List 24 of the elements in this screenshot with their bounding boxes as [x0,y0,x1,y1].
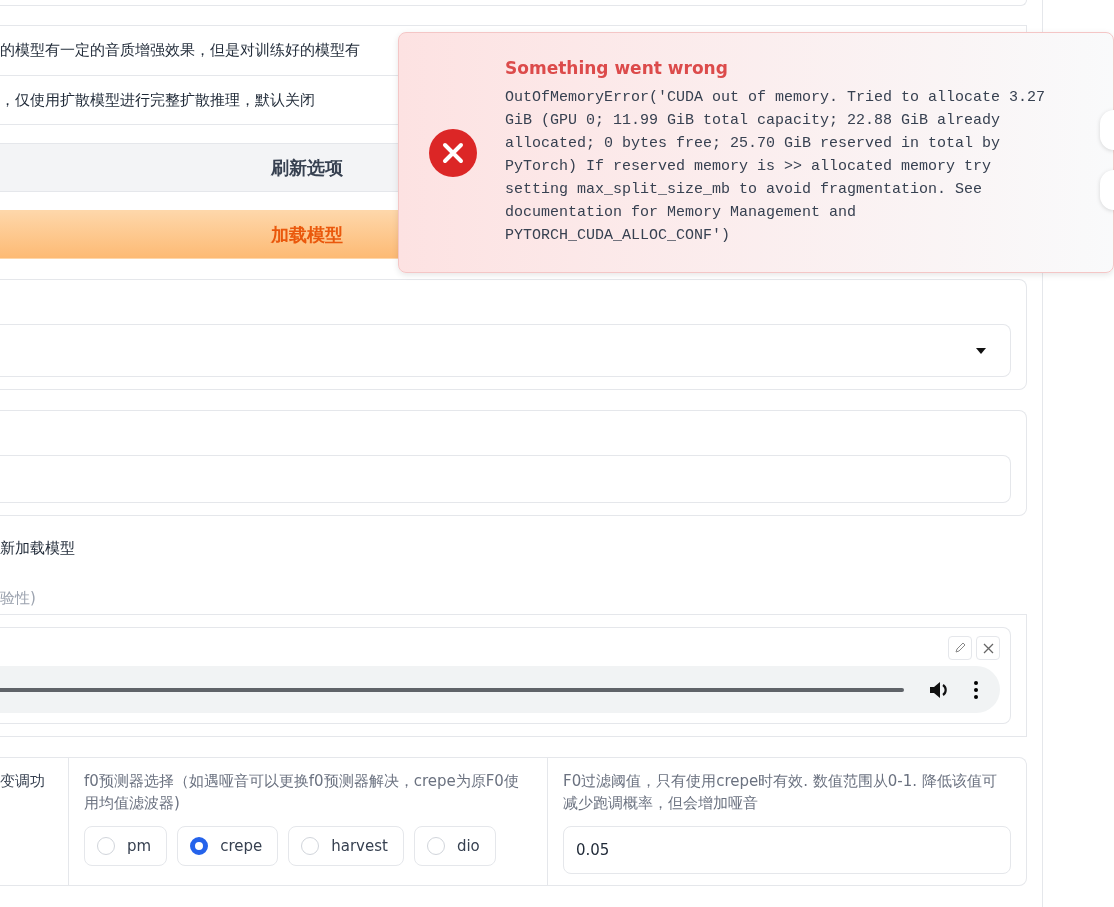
number-field[interactable]: 0.05 [563,826,1011,874]
close-button[interactable] [976,636,1000,660]
caret-icon [976,347,986,354]
error-icon [429,128,477,177]
progress-track[interactable] [0,687,904,692]
parameter-label: F0过滤阈值，只有使用crepe时有效. 数值范围从0-1. 降低该值可减少跑调概率，但会增加哑音 [563,771,998,814]
pencil-icon [954,642,966,654]
option-text: 的模型有一定的音质增强效果，但是对训练好的模型有 [0,41,360,60]
parameter-label: f0预测器选择（如遇哑音可以更换f0预测器解决，crepe为原F0使用均值滤波器) [84,771,520,814]
audio-label: 验性) [0,589,36,608]
close-icon [982,642,994,654]
toast-title: Something went wrong [505,58,729,78]
checkbox-label: 新加载模型 [0,539,75,558]
dropdown-field[interactable] [0,324,1011,377]
volume-icon[interactable] [930,680,950,699]
parameter-label: 变调功 [0,771,46,792]
option-text: ，仅使用扩散模型进行完整扩散推理，默认关闭 [0,90,315,110]
radio-option[interactable]: dio [413,826,496,866]
input-field[interactable] [0,455,1011,503]
menu-icon[interactable] [974,680,978,699]
radio-option[interactable]: pm [84,826,168,866]
edit-button[interactable] [948,636,972,660]
radio-option[interactable]: harvest [288,826,404,866]
radio-option[interactable]: crepe [177,826,279,866]
